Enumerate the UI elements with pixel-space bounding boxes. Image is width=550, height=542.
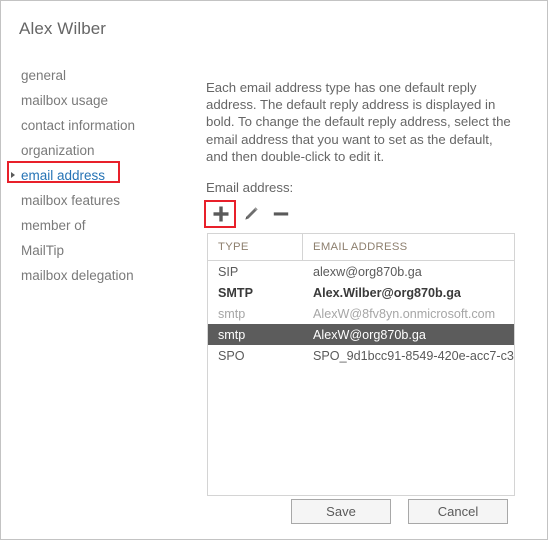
column-header-email[interactable]: EMAIL ADDRESS (303, 234, 514, 260)
page-title: Alex Wilber (19, 19, 107, 38)
table-header: TYPE EMAIL ADDRESS (208, 234, 514, 261)
sidebar-item-label: mailbox usage (21, 93, 109, 108)
sidebar-item-label: email address (21, 168, 106, 183)
sidebar-item-general[interactable]: general (1, 63, 196, 88)
cell-email-address: AlexW@8fv8yn.onmicrosoft.com (313, 306, 496, 321)
sidebar-item-label: mailbox delegation (21, 268, 134, 283)
sidebar-item-member-of[interactable]: member of (1, 213, 196, 238)
caret-right-icon (11, 172, 15, 178)
cell-email-address: SPO_9d1bcc91-8549-420e-acc7-c3... (313, 348, 514, 363)
cell-email-address: alexw@org870b.ga (313, 264, 422, 279)
table-row[interactable]: SIP alexw@org870b.ga (208, 261, 514, 282)
add-button[interactable] (206, 200, 236, 228)
panel-description: Each email address type has one default … (206, 80, 511, 164)
main-panel: Each email address type has one default … (206, 79, 518, 195)
dialog-buttons: Save Cancel (291, 499, 508, 524)
table-row[interactable]: SPO SPO_9d1bcc91-8549-420e-acc7-c3... (208, 345, 514, 366)
sidebar-item-label: general (21, 68, 67, 83)
sidebar-item-contact-information[interactable]: contact information (1, 113, 196, 138)
cell-email-address: Alex.Wilber@org870b.ga (313, 285, 461, 300)
email-address-toolbar (206, 199, 296, 229)
sidebar-item-email-address[interactable]: email address (1, 163, 196, 188)
sidebar-item-label: organization (21, 143, 95, 158)
sidebar-item-mailbox-delegation[interactable]: mailbox delegation (1, 263, 196, 288)
cell-type: smtp (218, 327, 246, 342)
sidebar-item-label: member of (21, 218, 86, 233)
sidebar-item-label: MailTip (21, 243, 65, 258)
column-header-type[interactable]: TYPE (208, 234, 303, 260)
cell-type: SPO (218, 348, 245, 363)
email-address-label: Email address: (206, 180, 294, 196)
table-row[interactable]: smtp AlexW@8fv8yn.onmicrosoft.com (208, 303, 514, 324)
table-row[interactable]: smtp AlexW@org870b.ga (208, 324, 514, 345)
table-body: SIP alexw@org870b.ga SMTP Alex.Wilber@org87… (208, 261, 514, 366)
properties-dialog: Alex Wilber general mailbox usage contact … (0, 0, 548, 540)
sidebar-nav: general mailbox usage contact information o… (1, 63, 196, 288)
sidebar-item-organization[interactable]: organization (1, 138, 196, 163)
remove-button[interactable] (266, 200, 296, 228)
sidebar-item-label: mailbox features (21, 193, 121, 208)
cell-type: SIP (218, 264, 239, 279)
sidebar-item-MailTip[interactable]: MailTip (1, 238, 196, 263)
cell-type: smtp (218, 306, 246, 321)
sidebar-item-label: contact information (21, 118, 136, 133)
email-address-table: TYPE EMAIL ADDRESS SIP alexw@org870b.ga SM… (207, 233, 515, 496)
edit-button[interactable] (236, 200, 266, 228)
sidebar-item-mailbox-features[interactable]: mailbox features (1, 188, 196, 213)
save-button[interactable]: Save (291, 499, 391, 524)
cancel-button[interactable]: Cancel (408, 499, 508, 524)
cell-email-address: AlexW@org870b.ga (313, 327, 426, 342)
table-row[interactable]: SMTP Alex.Wilber@org870b.ga (208, 282, 514, 303)
sidebar-item-mailbox-usage[interactable]: mailbox usage (1, 88, 196, 113)
cell-type: SMTP (218, 285, 253, 300)
